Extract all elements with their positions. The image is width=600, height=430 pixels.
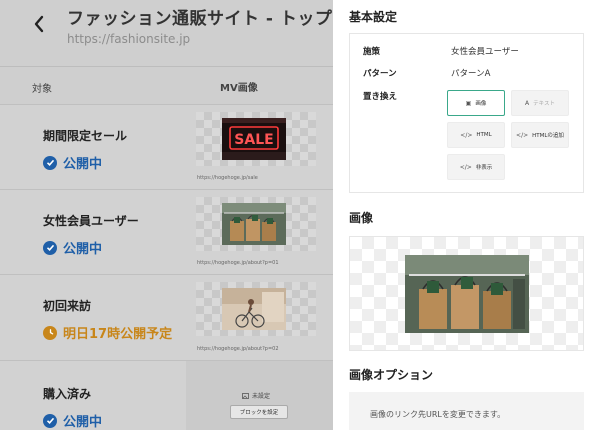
- replace-option-text[interactable]: A テキスト: [511, 90, 569, 116]
- status-text: 公開中: [63, 157, 103, 172]
- settings-panel: 基本設定 施策 女性会員ユーザー パターン パターンA 置き換え ▣ 画像 A …: [333, 0, 600, 430]
- target-name: 初回来訪: [43, 299, 92, 313]
- shopping-bags-image: [405, 255, 529, 333]
- replace-option-html[interactable]: </> HTML: [447, 122, 505, 148]
- code-icon: </>: [516, 131, 529, 139]
- target-name: 期間限定セール: [43, 129, 128, 143]
- status-badge: 公開中: [43, 238, 102, 257]
- image-options-box: 画像のリンク先URLを変更できます。: [349, 392, 584, 430]
- check-circle-icon: [43, 240, 57, 255]
- table-row[interactable]: 購入済み 公開中 未設定 ブロックを設定: [0, 360, 333, 430]
- set-block-button[interactable]: ブロックを設定: [230, 405, 288, 419]
- image-icon: ▣: [465, 99, 472, 107]
- clock-icon: [43, 325, 57, 340]
- basic-settings-card: 施策 女性会員ユーザー パターン パターンA 置き換え ▣ 画像 A テキスト …: [349, 33, 584, 193]
- replace-option-image[interactable]: ▣ 画像: [447, 90, 505, 116]
- image-section-title: 画像: [349, 211, 374, 225]
- check-circle-icon: [43, 155, 57, 170]
- mv-thumbnail[interactable]: [196, 282, 316, 336]
- status-badge: 公開中: [43, 411, 102, 430]
- status-text: 公開中: [63, 415, 103, 430]
- basic-settings-title: 基本設定: [349, 10, 398, 24]
- mv-thumbnail[interactable]: SALE: [196, 112, 316, 166]
- code-icon: </>: [460, 131, 473, 139]
- table-row[interactable]: 女性会員ユーザー 公開中 https://hogehoge.jp/about?p…: [0, 189, 333, 274]
- target-name: 購入済み: [43, 387, 92, 401]
- measure-label: 施策: [363, 47, 381, 57]
- table-row[interactable]: 期間限定セール 公開中 SALE https://hogehoge.jp/sal…: [0, 104, 333, 189]
- mv-unset-cell: 未設定 ブロックを設定: [186, 361, 333, 430]
- page-url: https://fashionsite.jp: [67, 32, 191, 46]
- sale-sign-text: SALE: [234, 132, 273, 148]
- status-text: 明日17時公開予定: [63, 327, 173, 342]
- image-link[interactable]: https://hogehoge.jp/about?p=01: [197, 260, 279, 266]
- sale-sign-image: SALE: [222, 118, 286, 160]
- pattern-value: パターンA: [451, 69, 491, 79]
- image-link[interactable]: https://hogehoge.jp/about?p=02: [197, 346, 279, 352]
- back-chevron-icon[interactable]: [30, 13, 48, 35]
- page-title: ファッション通販サイト - トップ: [67, 9, 333, 29]
- image-options-title: 画像オプション: [349, 368, 434, 382]
- cyclist-image: [222, 288, 286, 330]
- hide-icon: </>: [459, 163, 472, 171]
- page-list-pane: ファッション通販サイト - トップ https://fashionsite.jp…: [0, 0, 333, 430]
- page-header: ファッション通販サイト - トップ https://fashionsite.jp: [0, 0, 333, 66]
- target-name: 女性会員ユーザー: [43, 214, 139, 228]
- status-badge: 公開中: [43, 153, 102, 172]
- measure-value: 女性会員ユーザー: [451, 47, 519, 57]
- column-target: 対象: [32, 84, 52, 95]
- column-mv-image: MV画像: [220, 83, 258, 94]
- replace-label: 置き換え: [363, 92, 398, 102]
- image-link[interactable]: https://hogehoge.jp/sale: [197, 175, 258, 181]
- status-text: 公開中: [63, 242, 103, 257]
- text-icon: A: [525, 99, 530, 107]
- status-badge: 明日17時公開予定: [43, 323, 172, 342]
- image-preview-card[interactable]: [349, 236, 584, 351]
- replace-option-html-add[interactable]: </> HTMLの追加: [511, 122, 569, 148]
- unset-label: 未設定: [242, 391, 270, 400]
- check-circle-icon: [43, 413, 57, 428]
- pattern-label: パターン: [363, 69, 397, 79]
- image-options-description: 画像のリンク先URLを変更できます。: [370, 410, 506, 419]
- shopping-bags-image: [222, 203, 286, 245]
- replace-option-hide[interactable]: </> 非表示: [447, 154, 505, 180]
- table-header: 対象 MV画像: [0, 66, 333, 104]
- image-icon: [242, 392, 249, 399]
- mv-thumbnail[interactable]: [196, 197, 316, 251]
- table-row[interactable]: 初回来訪 明日17時公開予定 https://hogehoge.jp/about…: [0, 274, 333, 360]
